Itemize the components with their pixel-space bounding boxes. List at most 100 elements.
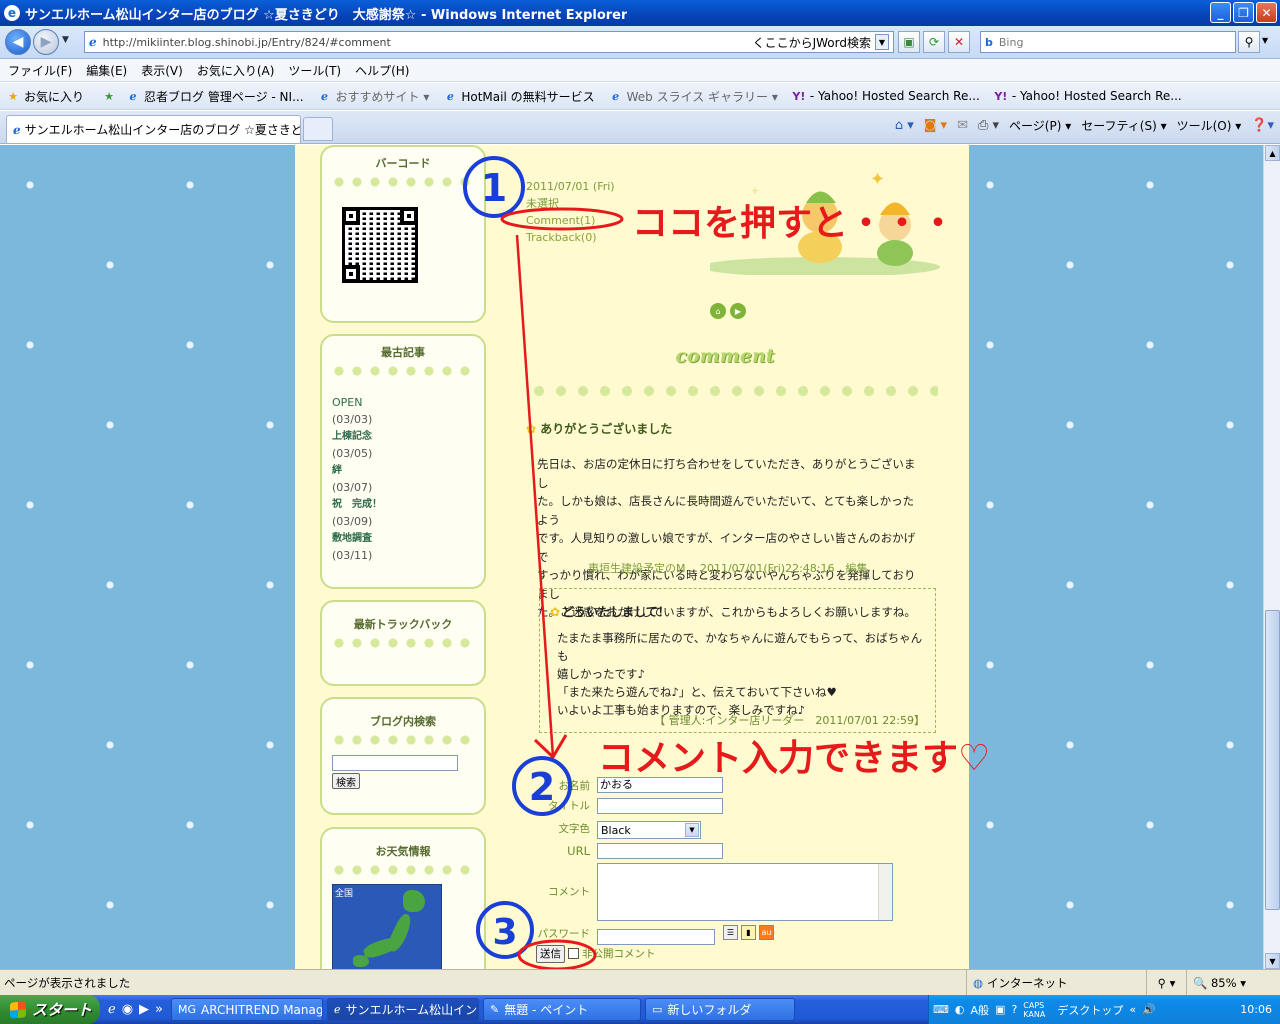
post-link[interactable]: OPEN [332,394,382,411]
browser-quicklaunch-icon[interactable]: ◉ [122,1002,133,1017]
tools-menu[interactable]: ツール(O) ▾ [1177,117,1242,134]
post-link[interactable]: 祝 完成！ [332,496,382,513]
ie-quicklaunch-icon[interactable]: ℯ [108,1002,116,1017]
url-input[interactable] [597,843,723,859]
favorite-link-yahoo-2[interactable]: Y! - Yahoo! Hosted Search Re... [994,89,1181,103]
blog-search-input[interactable] [332,755,458,771]
feeds-icon[interactable]: ◙ ▾ [924,118,947,133]
scroll-up-icon[interactable]: ▲ [1265,145,1280,161]
add-to-favorites-bar-button[interactable]: ★ [102,89,120,103]
address-dropdown-icon[interactable]: ▼ [875,34,889,50]
ie-page-icon: ℯ [129,89,137,103]
comment-textarea[interactable] [597,863,893,921]
address-bar[interactable]: ℯ http://mikiinter.blog.shinobi.jp/Entry… [84,31,894,53]
page-menu[interactable]: ページ(P) ▾ [1009,117,1071,134]
reply-line: 嬉しかったです♪ [557,667,645,681]
private-comment-option[interactable]: 非公開コメント [568,946,656,961]
task-label: 無題 - ペイント [504,1003,589,1017]
compatibility-view-button[interactable]: ▣ [898,31,920,53]
favorites-button[interactable]: ★ お気に入り [6,88,84,105]
task-ie[interactable]: ℯ サンエルホーム松山イン... [327,998,480,1021]
keyboard-icon[interactable]: ⌨ [933,1003,949,1016]
menu-file[interactable]: ファイル(F) [8,62,72,79]
recent-pages-dropdown[interactable]: ▼ [62,35,69,45]
au-icon[interactable]: au [759,925,774,940]
refresh-button[interactable]: ⟳ [923,31,945,53]
mail-icon[interactable]: ✉ [957,118,968,133]
volume-icon[interactable]: 🔊 [1142,1003,1156,1016]
scroll-thumb[interactable] [1265,610,1280,910]
private-checkbox[interactable] [568,948,579,959]
media-quicklaunch-icon[interactable]: ▶ [139,1002,149,1017]
maximize-button[interactable]: ❐ [1233,2,1254,23]
home-nav-icon[interactable]: ⌂ [710,303,726,319]
favorite-link-yahoo-1[interactable]: Y! - Yahoo! Hosted Search Re... [792,89,979,103]
favorite-link-webslice[interactable]: ℯ Web スライス ギャラリー ▾ [609,88,778,105]
stop-button[interactable]: ✕ [948,31,970,53]
task-architrend[interactable]: MG ARCHITREND Manage... [171,998,324,1021]
tab-active[interactable]: ℯ サンエルホーム松山インター店のブログ ☆夏さきどり 大... [6,115,301,143]
jword-search-label[interactable]: くここからJWord検索 [753,34,871,51]
comment-link[interactable]: Comment(1) [526,212,615,229]
menu-edit[interactable]: 編集(E) [86,62,127,79]
safety-menu[interactable]: セーフティ(S) ▾ [1081,117,1166,134]
close-button[interactable]: ✕ [1256,2,1277,23]
start-label: スタート [32,1001,93,1019]
password-input[interactable] [597,929,715,945]
post-category[interactable]: 未選択 [526,195,615,212]
name-input[interactable]: かおる [597,777,723,793]
vertical-scrollbar[interactable]: ▲ ▼ [1263,145,1280,969]
search-options-dropdown[interactable]: ▼ [1262,36,1268,45]
menu-view[interactable]: 表示(V) [141,62,183,79]
favorite-link-hotmail[interactable]: ℯ HotMail の無料サービス [443,88,595,105]
menu-favorites[interactable]: お気に入り(A) [197,62,275,79]
post-link[interactable]: 絆 [332,462,382,479]
favorites-label: お気に入り [24,89,85,104]
dictionary-icon[interactable]: ▣ [995,1003,1005,1016]
start-button[interactable]: スタート [0,995,100,1024]
protected-mode-icon[interactable]: ⚲ ▾ [1146,970,1186,995]
post-link[interactable]: 上棟記念 [332,428,382,445]
back-button[interactable]: ◀ [5,29,31,55]
home-icon[interactable]: ⌂ ▾ [895,118,914,133]
emoji-list-icon[interactable]: ☰ [723,925,738,940]
task-folder[interactable]: ▭ 新しいフォルダ [645,998,796,1021]
favorite-link-recommended[interactable]: ℯ おすすめサイト ▾ [318,88,429,105]
url-text[interactable]: http://mikiinter.blog.shinobi.jp/Entry/8… [103,36,753,49]
task-label: サンエルホーム松山イン... [345,1003,480,1017]
ime-mode[interactable]: A般 [971,1002,990,1018]
help-icon[interactable]: ❓▾ [1251,118,1274,133]
post-link[interactable]: 敷地調査 [332,530,382,547]
tray-expand-icon[interactable]: « [1129,1003,1136,1016]
weather-map-image[interactable]: 全国 [332,884,442,969]
zoom-control[interactable]: 🔍 85% ▾ [1186,970,1280,995]
title-input[interactable] [597,798,723,814]
sidebar-heading: 最古記事 [381,346,425,359]
color-select[interactable]: Black ▼ [597,821,701,839]
search-box[interactable]: b Bing [980,31,1236,53]
minimize-button[interactable]: _ [1210,2,1231,23]
trackback-link[interactable]: Trackback(0) [526,229,615,246]
next-nav-icon[interactable]: ▶ [730,303,746,319]
favorite-link-ninja[interactable]: ℯ 忍者ブログ 管理ページ - NI... [126,88,304,105]
more-quicklaunch-icon[interactable]: » [155,1002,163,1017]
mobile-icon[interactable]: ▮ [741,925,756,940]
task-paint[interactable]: ✎ 無題 - ペイント [483,998,642,1021]
security-zone[interactable]: ◍ インターネット [966,970,1146,995]
textarea-scrollbar[interactable] [878,864,892,920]
blog-search-button[interactable]: 検索 [332,773,360,789]
search-button[interactable]: ⚲ [1238,31,1260,53]
desktop-toolbar[interactable]: デスクトップ [1057,1002,1123,1018]
new-tab-button[interactable] [303,117,333,141]
ime-icon[interactable]: ◐ [955,1003,965,1016]
forward-button[interactable]: ▶ [33,29,59,55]
zoom-level: 85% [1210,975,1237,990]
scroll-down-icon[interactable]: ▼ [1265,953,1280,969]
menu-help[interactable]: ヘルプ(H) [355,62,409,79]
send-button[interactable]: 送信 [536,945,565,963]
color-label: 文字色 [558,823,591,835]
help-icon[interactable]: ? [1011,1003,1017,1016]
name-label: お名前 [558,780,591,792]
menu-tools[interactable]: ツール(T) [288,62,341,79]
print-icon[interactable]: ⎙ ▾ [978,118,999,133]
